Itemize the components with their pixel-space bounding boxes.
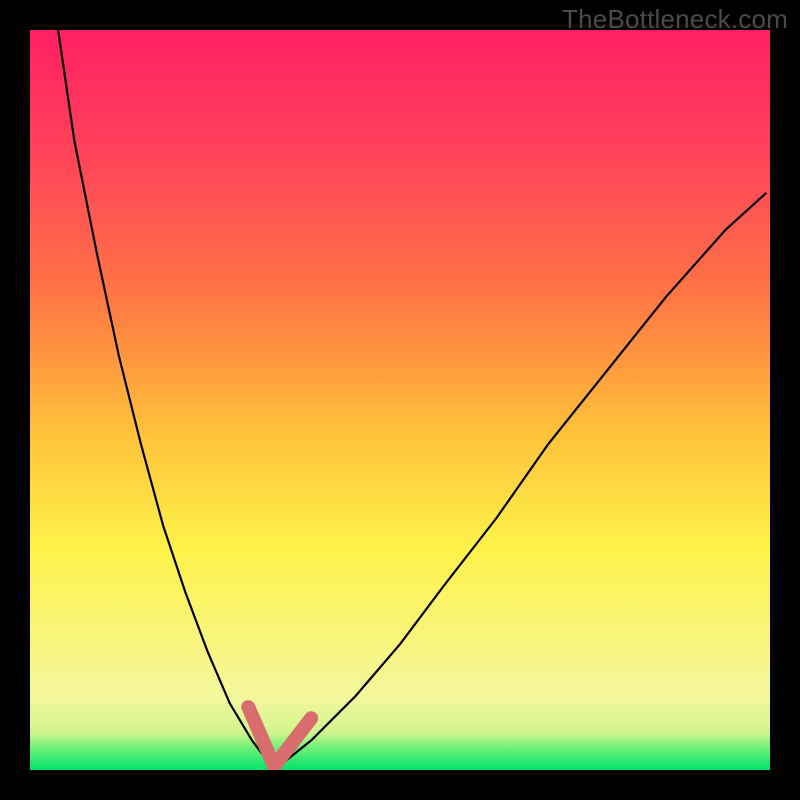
plot-area [30,30,770,770]
left-curve [58,30,274,770]
v-marker [248,707,311,766]
curve-layer [30,30,770,770]
right-curve [274,193,766,770]
chart-frame: TheBottleneck.com [0,0,800,800]
